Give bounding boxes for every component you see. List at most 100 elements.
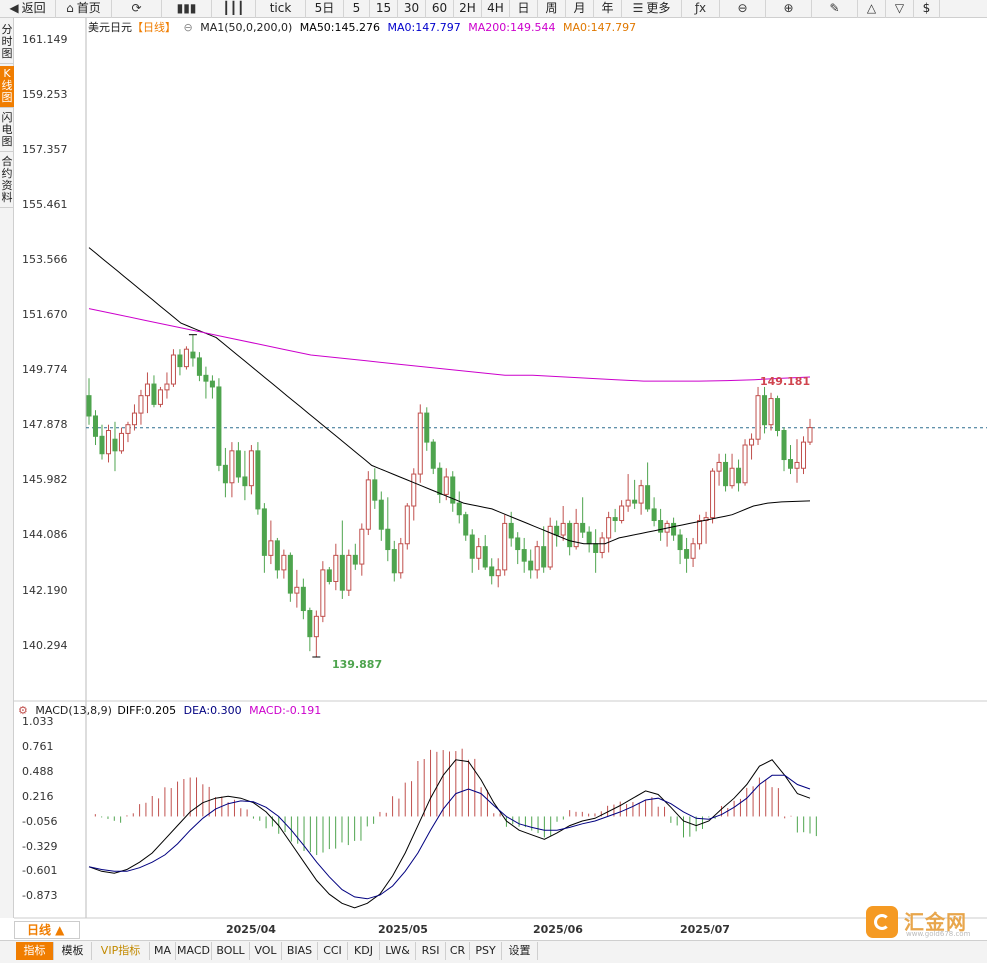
indicator-settings-icon[interactable]: ⊖ [184, 21, 193, 34]
candle-body [632, 499, 638, 504]
price-tick-label: 151.670 [22, 308, 68, 322]
candle-body [684, 549, 690, 559]
high-price-label: 149.181 [760, 375, 811, 388]
price-tick-label: 153.566 [22, 253, 68, 267]
candle-body [619, 505, 625, 522]
candle-body [729, 467, 735, 487]
candle-body [515, 537, 521, 551]
price-tick-label: 155.461 [22, 198, 68, 212]
bottom-tab-6[interactable]: VOL [250, 942, 282, 960]
trading-chart-window: ◀ 返回 ⌂ 首页 ⟳ ▮▮▮ ┃┃┃ tick 5日 5 15 30 60 2H 4H 日周月年 ☰ 更多 ƒx ⊖… [0, 0, 987, 963]
date-tick-label: 2025/04 [226, 923, 276, 936]
period-selector[interactable]: 日线 ▲ [14, 921, 80, 939]
candle-body [534, 546, 540, 571]
ma50-line [88, 247, 811, 545]
candle-body [593, 543, 599, 553]
candle-body [164, 383, 170, 391]
bottom-tab-0[interactable]: 指标 [16, 942, 54, 960]
candle-body [378, 499, 384, 530]
candle-body [235, 450, 241, 478]
candle-body [216, 386, 222, 466]
candle-body [411, 473, 417, 507]
candle-body [430, 441, 436, 469]
bottom-tab-14[interactable]: 设置 [502, 942, 538, 960]
bottom-tab-5[interactable]: BOLL [212, 942, 250, 960]
candle-body [775, 398, 781, 432]
date-tick-label: 2025/05 [378, 923, 428, 936]
price-tick-label: 149.774 [22, 363, 68, 377]
candle-body [482, 546, 488, 568]
candle-body [716, 461, 722, 472]
candle-body [294, 586, 300, 594]
candle-body [677, 534, 683, 551]
candle-body [177, 354, 183, 368]
candle-body [800, 441, 807, 469]
macd-diff-value: DIFF:0.205 [117, 704, 177, 717]
price-tick-label: 147.878 [22, 418, 68, 432]
macd-tick-label: -0.329 [22, 839, 58, 853]
candle-body [586, 531, 592, 545]
ma0-value-a: MA0:147.797 [387, 21, 461, 34]
candle-body [690, 543, 696, 559]
candle-body [580, 522, 586, 533]
macd-macd-value: MACD:-0.191 [249, 704, 322, 717]
bottom-tab-10[interactable]: LW& [380, 942, 416, 960]
candle-body [463, 514, 469, 536]
candle-body [281, 554, 287, 571]
watermark-logo-icon [866, 906, 898, 938]
price-tick-label: 145.982 [22, 473, 68, 487]
candle-body [787, 459, 794, 469]
ma-indicator-name[interactable]: MA1(50,0,200,0) [200, 21, 292, 34]
candle-body [749, 438, 755, 446]
candle-body [762, 395, 768, 426]
macd-tick-label: 1.033 [22, 715, 54, 728]
bottom-tab-7[interactable]: BIAS [282, 942, 318, 960]
candle-body [723, 461, 729, 487]
candle-body [346, 554, 352, 591]
bottom-tab-9[interactable]: KDJ [348, 942, 380, 960]
bottom-tab-2[interactable]: VIP指标 [92, 942, 150, 960]
candle-body [190, 351, 196, 359]
candle-body [794, 461, 800, 469]
bottom-tab-12[interactable]: CR [446, 942, 470, 960]
watermark-url: www.gold678.com [906, 930, 971, 938]
candle-body [209, 380, 215, 388]
bottom-tab-3[interactable]: MA [150, 942, 176, 960]
candle-body [222, 464, 228, 484]
bottom-tab-11[interactable]: RSI [416, 942, 446, 960]
candle-body [495, 569, 501, 577]
candle-body [138, 395, 144, 414]
period-label[interactable]: 【日线】 [132, 21, 176, 34]
candle-body [625, 499, 631, 507]
candle-body [105, 430, 112, 455]
candle-body [99, 435, 105, 455]
candle-body [502, 522, 508, 571]
candle-body [554, 525, 560, 536]
candle-body [736, 467, 742, 484]
candle-body [255, 450, 261, 510]
candle-body [196, 357, 202, 376]
candle-body [307, 610, 313, 638]
candle-body [125, 424, 131, 434]
macd-tick-label: 0.216 [22, 789, 54, 803]
candle-body [638, 485, 644, 504]
candle-body [333, 554, 339, 582]
price-tick-label: 144.086 [22, 528, 68, 542]
main-legend: 美元日元【日线】 ⊖ MA1(50,0,200,0) MA50:145.276 … [88, 21, 640, 35]
bottom-tab-4[interactable]: MACD [176, 942, 212, 960]
watermark: 汇金网 www.gold678.com [866, 906, 976, 940]
candle-body [203, 374, 209, 382]
price-tick-label: 157.357 [22, 143, 68, 157]
bottom-tab-8[interactable]: CCI [318, 942, 348, 960]
candle-body [229, 450, 235, 484]
symbol-name: 美元日元 [88, 21, 132, 34]
bottom-tab-1[interactable]: 模板 [54, 942, 92, 960]
macd-tick-label: -0.056 [22, 814, 58, 828]
bottom-tab-13[interactable]: PSY [470, 942, 502, 960]
candle-body [755, 395, 761, 440]
chart-canvas[interactable] [0, 0, 987, 963]
candle-body [456, 502, 462, 516]
candle-body [151, 383, 157, 405]
candle-body [248, 450, 254, 487]
candle-body [560, 522, 566, 536]
